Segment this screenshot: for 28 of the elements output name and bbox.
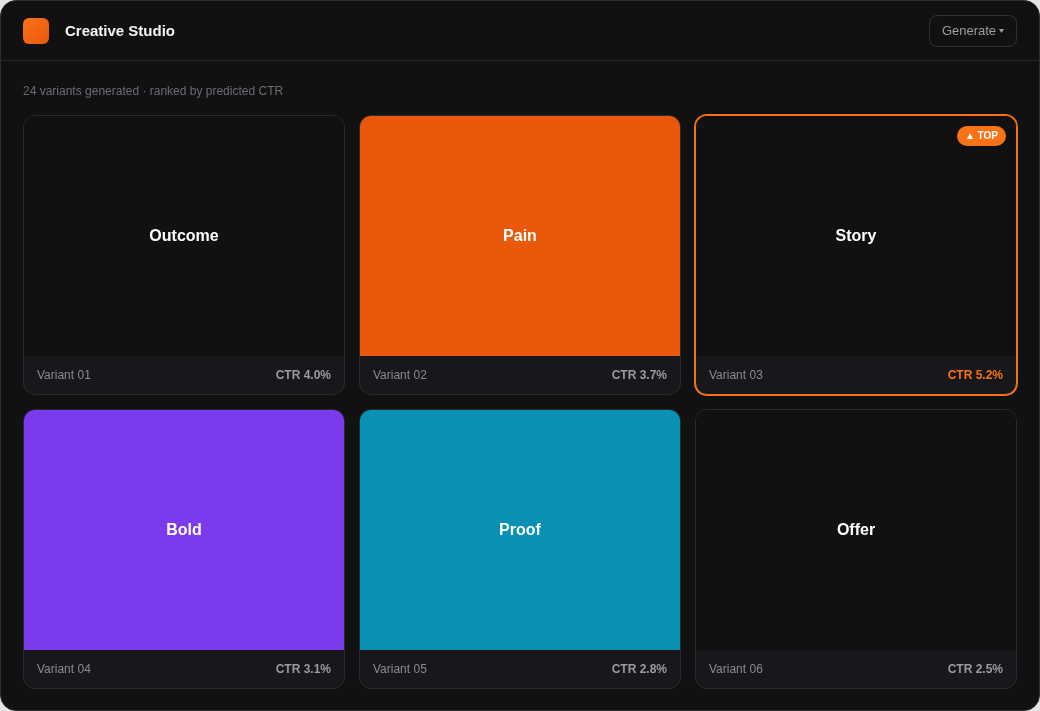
variant-name: Variant 04 [37,662,91,676]
ctr-value: CTR 4.0% [275,368,331,382]
variant-name: Variant 01 [37,368,91,382]
generate-button[interactable]: Generate [929,14,1017,47]
preview-label: Proof [499,521,541,539]
variant-card[interactable]: Pain Variant 02 CTR 3.7% [359,115,681,395]
top-badge: ▲ TOP [956,126,1006,146]
variant-name: Variant 02 [373,368,427,382]
preview-label: Bold [166,521,202,539]
variant-card[interactable]: Bold Variant 04 CTR 3.1% [23,409,345,689]
variant-card[interactable]: Offer Variant 06 CTR 2.5% [695,409,1017,689]
ctr-value: CTR 3.7% [611,368,667,382]
variant-name: Variant 06 [709,662,763,676]
ctr-value: CTR 3.1% [275,662,331,676]
preview-label: Outcome [149,227,219,245]
preview-label: Pain [503,227,537,245]
summary-text: 24 variants generated · ranked by predicted CTR [23,83,285,99]
preview-label: Offer [836,521,876,539]
variant-card[interactable]: Proof Variant 05 CTR 2.8% [359,409,681,689]
logo-icon [23,17,49,44]
app-title: Creative Studio [65,22,176,39]
variant-card[interactable]: Outcome Variant 01 CTR 4.0% [23,115,345,395]
ctr-value: CTR 2.8% [611,662,667,676]
variant-name: Variant 03 [709,368,763,382]
variant-name: Variant 05 [373,662,427,676]
caret-down-icon [999,29,1005,33]
preview-label: Story [835,227,877,245]
ctr-value: CTR 2.5% [947,662,1003,676]
